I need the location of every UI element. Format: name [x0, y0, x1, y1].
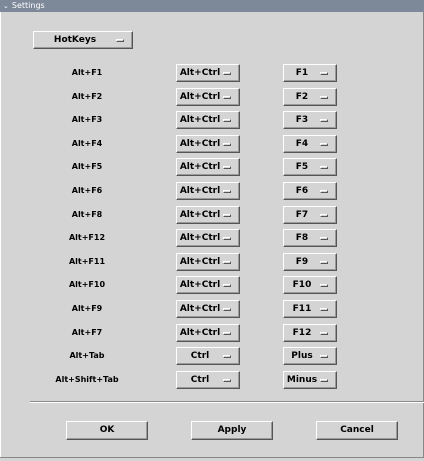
- hotkey-action-label: Alt+F7: [71, 328, 103, 337]
- hotkey-modifier-select[interactable]: Alt+Ctrl: [176, 300, 240, 318]
- hotkey-modifier-select[interactable]: Alt+Ctrl: [176, 111, 240, 129]
- window-title: Settings: [11, 1, 45, 10]
- cancel-button[interactable]: Cancel: [316, 421, 398, 440]
- hotkey-key-value: F10: [292, 280, 312, 290]
- option-menu-indicator-icon: [116, 39, 124, 42]
- ok-button[interactable]: OK: [66, 421, 148, 440]
- hotkey-action-label: Alt+F1: [71, 68, 103, 77]
- option-menu-indicator-icon: [223, 355, 231, 358]
- hotkey-key-select[interactable]: F3: [283, 111, 337, 129]
- hotkey-key-select[interactable]: F8: [283, 229, 337, 247]
- option-menu-indicator-icon: [223, 237, 231, 240]
- hotkey-modifier-select[interactable]: Alt+Ctrl: [176, 64, 240, 82]
- option-menu-indicator-icon: [223, 308, 231, 311]
- option-menu-indicator-icon: [223, 143, 231, 146]
- option-menu-indicator-icon: [223, 190, 231, 193]
- hotkey-key-value: F7: [295, 210, 309, 220]
- hotkey-key-value: F3: [295, 115, 309, 125]
- option-menu-indicator-icon: [320, 190, 328, 193]
- hotkey-key-select[interactable]: F2: [283, 88, 337, 106]
- hotkey-key-select[interactable]: Plus: [283, 347, 337, 365]
- hotkey-key-select[interactable]: F4: [283, 135, 337, 153]
- hotkey-key-value: F6: [295, 186, 309, 196]
- hotkey-key-value: F8: [295, 233, 309, 243]
- hotkey-key-select[interactable]: F7: [283, 206, 337, 224]
- hotkey-key-select[interactable]: F9: [283, 253, 337, 271]
- hotkey-modifier-select[interactable]: Ctrl: [176, 347, 240, 365]
- window-bottom-edge: [0, 457, 424, 461]
- hotkey-key-value: Plus: [291, 351, 313, 361]
- hotkey-key-value: F11: [292, 304, 312, 314]
- hotkey-modifier-select[interactable]: Alt+Ctrl: [176, 324, 240, 342]
- option-menu-indicator-icon: [223, 332, 231, 335]
- option-menu-indicator-icon: [320, 166, 328, 169]
- hotkey-key-select[interactable]: F12: [283, 324, 337, 342]
- hotkey-key-value: Minus: [286, 375, 318, 385]
- hotkey-modifier-select[interactable]: Alt+Ctrl: [176, 276, 240, 294]
- hotkey-key-select[interactable]: F1: [283, 64, 337, 82]
- hotkey-modifier-select[interactable]: Alt+Ctrl: [176, 182, 240, 200]
- option-menu-indicator-icon: [320, 308, 328, 311]
- apply-button[interactable]: Apply: [191, 421, 273, 440]
- option-menu-indicator-icon: [223, 261, 231, 264]
- hotkey-key-select[interactable]: Minus: [283, 371, 337, 389]
- option-menu-indicator-icon: [223, 119, 231, 122]
- option-menu-indicator-icon: [320, 143, 328, 146]
- hotkey-key-select[interactable]: F10: [283, 276, 337, 294]
- hotkey-action-label: Alt+F10: [68, 280, 106, 289]
- hotkey-action-label: Alt+Tab: [69, 351, 105, 360]
- hotkey-modifier-select[interactable]: Alt+Ctrl: [176, 206, 240, 224]
- category-select[interactable]: HotKeys: [33, 31, 133, 49]
- hotkey-action-label: Alt+F8: [71, 210, 103, 219]
- title-bar[interactable]: ⌄ Settings: [0, 0, 424, 12]
- option-menu-indicator-icon: [320, 261, 328, 264]
- chevron-down-icon[interactable]: ⌄: [3, 0, 9, 12]
- hotkey-action-label: Alt+F4: [71, 139, 103, 148]
- hotkey-key-select[interactable]: F11: [283, 300, 337, 318]
- option-menu-indicator-icon: [223, 72, 231, 75]
- option-menu-indicator-icon: [223, 214, 231, 217]
- option-menu-indicator-icon: [320, 214, 328, 217]
- hotkey-key-value: F1: [295, 68, 309, 78]
- option-menu-indicator-icon: [320, 119, 328, 122]
- option-menu-indicator-icon: [223, 284, 231, 287]
- hotkey-key-select[interactable]: F5: [283, 158, 337, 176]
- option-menu-indicator-icon: [320, 355, 328, 358]
- hotkey-modifier-select[interactable]: Alt+Ctrl: [176, 88, 240, 106]
- option-menu-indicator-icon: [223, 96, 231, 99]
- option-menu-indicator-icon: [320, 379, 328, 382]
- hotkey-action-label: Alt+F9: [71, 304, 103, 313]
- hotkey-key-value: F5: [295, 162, 309, 172]
- hotkey-action-label: Alt+F12: [68, 233, 106, 242]
- hotkey-modifier-select[interactable]: Alt+Ctrl: [176, 229, 240, 247]
- hotkey-action-label: Alt+F11: [68, 257, 106, 266]
- hotkey-action-label: Alt+F6: [71, 186, 103, 195]
- hotkey-key-value: F9: [295, 257, 309, 267]
- hotkey-key-value: F12: [292, 328, 312, 338]
- option-menu-indicator-icon: [223, 166, 231, 169]
- hotkey-modifier-select[interactable]: Alt+Ctrl: [176, 158, 240, 176]
- option-menu-indicator-icon: [320, 284, 328, 287]
- hotkey-modifier-select[interactable]: Alt+Ctrl: [176, 253, 240, 271]
- hotkey-action-label: Alt+Shift+Tab: [55, 375, 119, 384]
- hotkey-key-value: F2: [295, 92, 309, 102]
- hotkey-action-label: Alt+F2: [71, 92, 103, 101]
- option-menu-indicator-icon: [320, 332, 328, 335]
- hotkey-key-value: F4: [295, 139, 309, 149]
- hotkey-modifier-select[interactable]: Ctrl: [176, 371, 240, 389]
- option-menu-indicator-icon: [320, 237, 328, 240]
- separator: [30, 401, 424, 403]
- hotkey-action-label: Alt+F3: [71, 115, 103, 124]
- option-menu-indicator-icon: [320, 72, 328, 75]
- hotkey-action-label: Alt+F5: [71, 162, 103, 171]
- hotkey-modifier-select[interactable]: Alt+Ctrl: [176, 135, 240, 153]
- option-menu-indicator-icon: [223, 379, 231, 382]
- hotkey-key-select[interactable]: F6: [283, 182, 337, 200]
- option-menu-indicator-icon: [320, 96, 328, 99]
